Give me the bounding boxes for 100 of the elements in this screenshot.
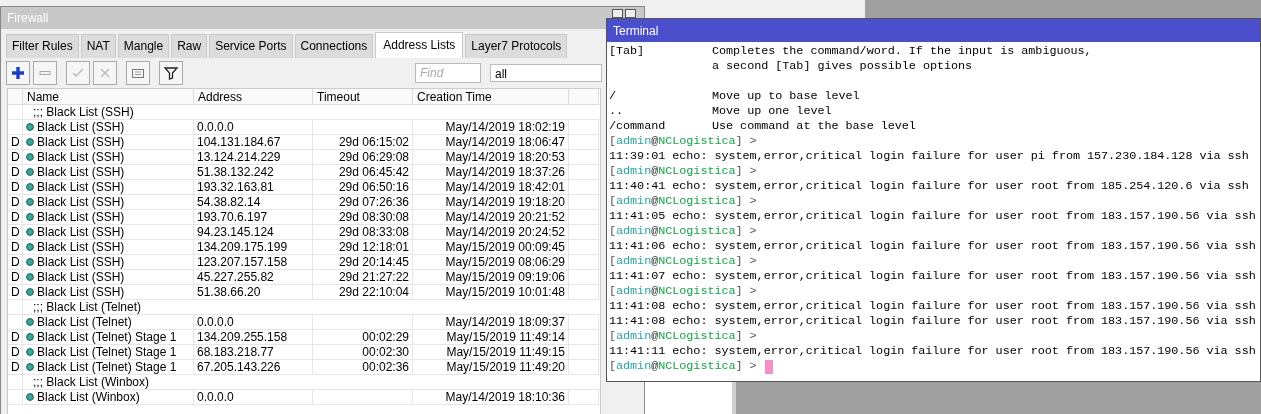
flag-cell: D (8, 165, 23, 180)
tab[interactable]: Filter Rules (6, 34, 79, 58)
flag-cell: D (8, 150, 23, 165)
tab[interactable]: Connections (294, 34, 374, 58)
status-dot-icon (26, 393, 34, 401)
table-cell: May/15/2019 08:06:29 (413, 255, 569, 270)
table-cell: May/14/2019 20:24:52 (413, 225, 569, 240)
table-cell (569, 150, 599, 165)
column-header[interactable]: Creation Time (413, 89, 569, 105)
status-dot-icon (26, 153, 34, 161)
column-header[interactable]: Timeout (313, 89, 413, 105)
table-cell: 29d 08:30:08 (313, 210, 413, 225)
table-cell: May/14/2019 18:10:36 (413, 390, 569, 405)
flag-cell: D (8, 225, 23, 240)
filter-icon (163, 65, 179, 81)
table-cell: 68.183.218.77 (194, 345, 313, 360)
table-cell: 193.32.163.81 (194, 180, 313, 195)
maximize-button[interactable] (612, 9, 623, 18)
name-text: Black List (SSH) (37, 255, 125, 269)
status-dot-icon (26, 123, 34, 131)
table-cell: May/14/2019 18:37:26 (413, 165, 569, 180)
filter-button[interactable] (159, 61, 183, 85)
help-key: .. (609, 104, 712, 119)
table-cell (569, 120, 599, 135)
table-cell: May/14/2019 18:09:37 (413, 315, 569, 330)
table-cell: 29d 22:10:04 (313, 285, 413, 300)
name-text: Black List (SSH) (37, 150, 125, 164)
table-cell: 29d 07:26:36 (313, 195, 413, 210)
table-cell (569, 285, 599, 300)
table-cell (569, 270, 599, 285)
table-cell: 45.227.255.82 (194, 270, 313, 285)
prompt-text: [admin@NCLogistica] > (609, 284, 757, 299)
log-line: 11:41:08 echo: system,error,critical login failure for user root from 183.157.190.56 via ssh (609, 314, 1256, 329)
table-cell: 29d 06:29:08 (313, 150, 413, 165)
status-dot-icon (26, 228, 34, 236)
status-dot-icon (26, 363, 34, 371)
table-cell (569, 210, 599, 225)
table-cell: May/15/2019 11:49:20 (413, 360, 569, 375)
table-cell: May/15/2019 09:19:06 (413, 270, 569, 285)
name-text: Black List (Telnet) Stage 1 (37, 345, 177, 359)
add-button[interactable] (6, 61, 30, 85)
status-dot-icon (26, 213, 34, 221)
status-dot-icon (26, 333, 34, 341)
table-cell: 123.207.157.158 (194, 255, 313, 270)
column-header[interactable]: Name (23, 89, 194, 105)
table-cell: 29d 20:14:45 (313, 255, 413, 270)
find-field[interactable]: Find (415, 63, 481, 83)
table-cell: 29d 08:33:08 (313, 225, 413, 240)
table-cell (8, 105, 23, 120)
log-line: 11:41:08 echo: system,error,critical login failure for user root from 183.157.190.56 via ssh (609, 299, 1256, 314)
tab[interactable]: Raw (171, 34, 208, 58)
log-line: 11:40:41 echo: system,error,critical login failure for user root from 185.254.120.6 via ssh (609, 179, 1249, 194)
tab[interactable]: Address Lists (375, 32, 464, 58)
name-text: Black List (SSH) (37, 210, 125, 224)
table-cell: May/14/2019 20:21:52 (413, 210, 569, 225)
help-text: Use command at the base level (712, 119, 916, 134)
name-text: Black List (Telnet) Stage 1 (37, 360, 177, 374)
table-cell: 29d 06:50:16 (313, 180, 413, 195)
status-dot-icon (26, 183, 34, 191)
table-cell: 134.209.255.158 (194, 330, 313, 345)
tab[interactable]: Layer7 Protocols (465, 34, 568, 58)
help-text: Completes the command/word. If the input is ambiguous, (712, 44, 1092, 59)
table-cell (569, 135, 599, 150)
prompt-text: [admin@NCLogistica] > (609, 329, 757, 344)
status-dot-icon (26, 243, 34, 251)
status-dot-icon (26, 258, 34, 266)
table-cell: May/15/2019 00:09:45 (413, 240, 569, 255)
name-text: Black List (Telnet) Stage 1 (37, 330, 177, 344)
list-filter-dropdown[interactable]: all (490, 64, 602, 82)
tab[interactable]: NAT (80, 34, 116, 58)
status-dot-icon (26, 318, 34, 326)
help-key: [Tab] (609, 44, 712, 59)
comment-button[interactable] (126, 61, 150, 85)
status-dot-icon (26, 273, 34, 281)
name-text: Black List (SSH) (37, 225, 125, 239)
table-cell: 29d 06:15:02 (313, 135, 413, 150)
table-cell: 0.0.0.0 (194, 390, 313, 405)
tab[interactable]: Mangle (117, 34, 170, 58)
table-cell (569, 345, 599, 360)
table-cell: May/15/2019 10:01:48 (413, 285, 569, 300)
help-key: / (609, 89, 712, 104)
flag-cell: D (8, 270, 23, 285)
table-cell (569, 225, 599, 240)
plus-icon (10, 65, 26, 81)
comment-row: ;;; Black List (Winbox) (23, 375, 599, 390)
close-button[interactable] (625, 9, 636, 18)
table-cell: 00:02:29 (313, 330, 413, 345)
column-header[interactable]: Address (194, 89, 313, 105)
flag-cell: D (8, 240, 23, 255)
help-text: a second [Tab] gives possible options (712, 59, 973, 74)
log-line: 11:41:05 echo: system,error,critical login failure for user root from 183.157.190.56 via ssh (609, 209, 1256, 224)
table-cell: May/15/2019 11:49:15 (413, 345, 569, 360)
table-cell (569, 165, 599, 180)
tab[interactable]: Service Ports (209, 34, 293, 58)
flag-cell: D (8, 255, 23, 270)
comment-row: ;;; Black List (Telnet) (23, 300, 599, 315)
table-cell: 0.0.0.0 (194, 315, 313, 330)
table-cell: 13.124.214.229 (194, 150, 313, 165)
name-text: Black List (SSH) (37, 135, 125, 149)
log-line: 11:41:06 echo: system,error,critical login failure for user root from 183.157.190.56 via ssh (609, 239, 1256, 254)
